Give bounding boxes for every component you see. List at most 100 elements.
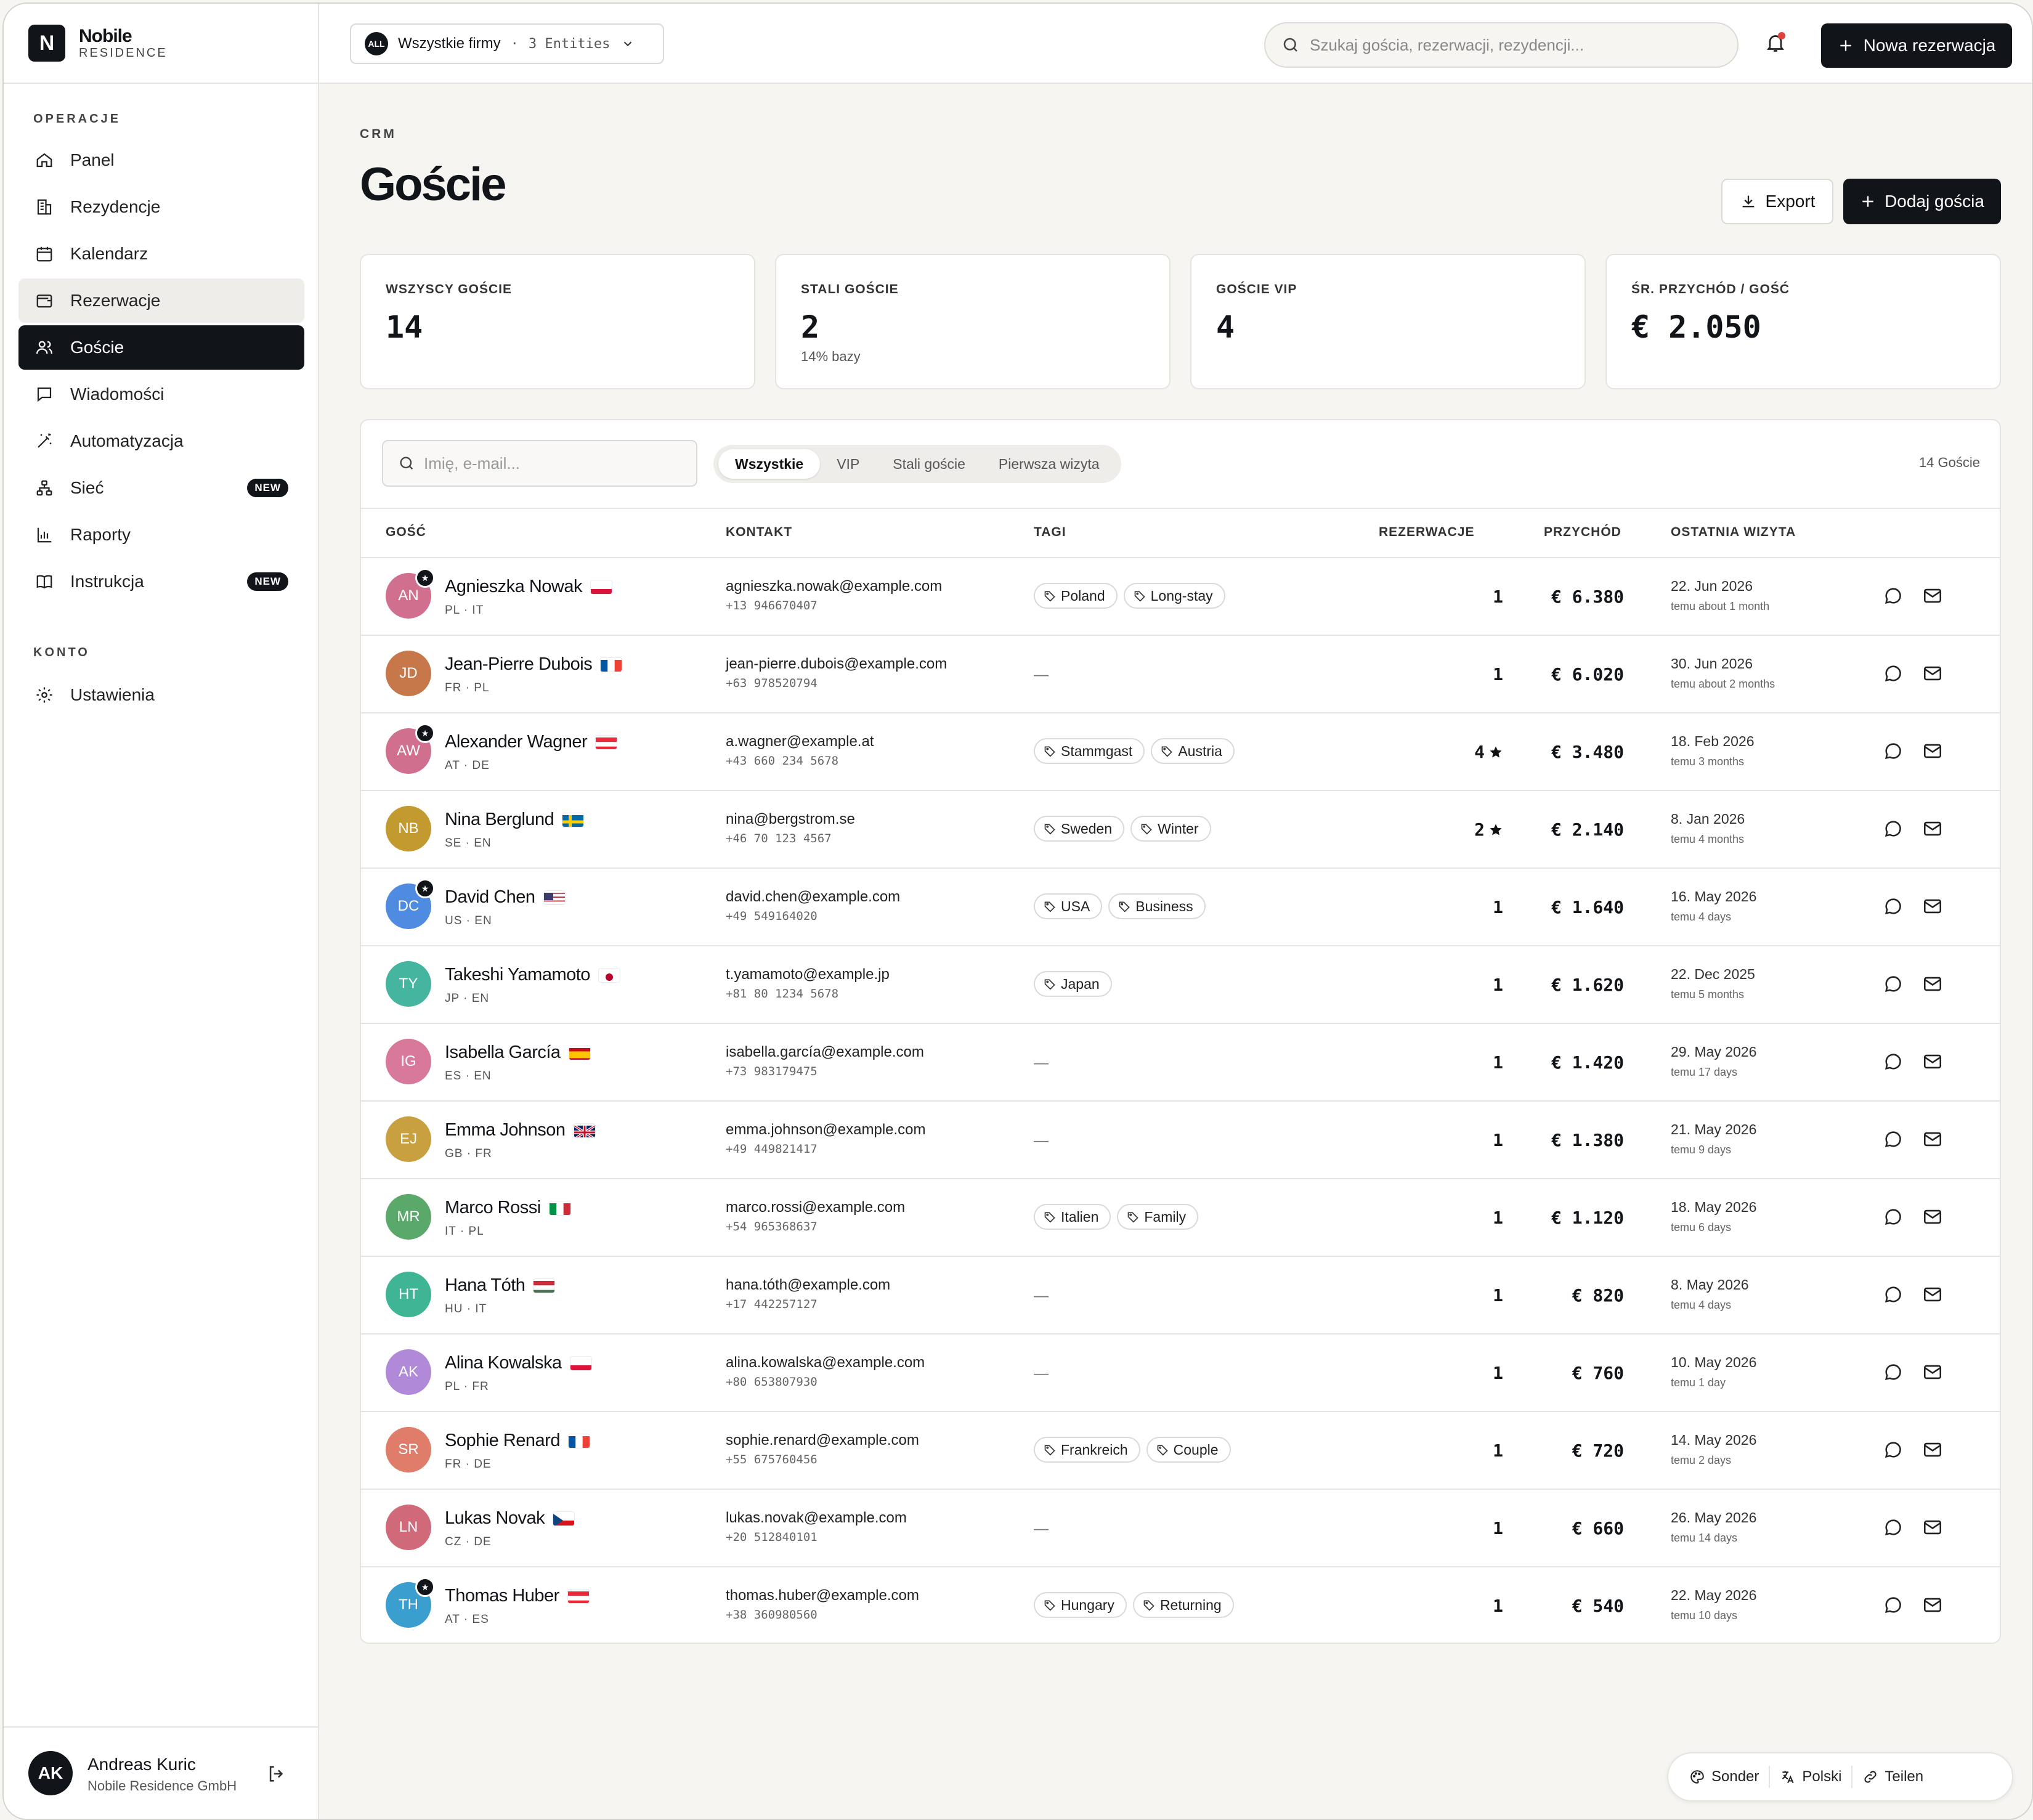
guest-name[interactable]: Thomas Huber [445,1586,559,1606]
guest-email[interactable]: alina.kowalska@example.com [726,1354,925,1371]
guest-name[interactable]: Lukas Novak [445,1508,545,1529]
col-header-tags[interactable]: TAGI [1034,525,1066,540]
guest-tag[interactable]: Family [1117,1204,1199,1230]
col-header-last-visit[interactable]: OSTATNIA WIZYTA [1671,525,1796,540]
guest-name-cell[interactable]: Isabella García [445,1042,590,1063]
guest-name[interactable]: Alina Kowalska [445,1353,562,1373]
guest-name[interactable]: David Chen [445,887,535,908]
guest-name-cell[interactable]: Alexander Wagner [445,732,617,752]
guest-email[interactable]: thomas.huber@example.com [726,1587,919,1604]
sidebar-item-instrukcja[interactable]: Instrukcja NEW [18,559,304,604]
guest-name-cell[interactable]: Takeshi Yamamoto [445,965,620,985]
mail-icon[interactable] [1922,973,1943,997]
chat-icon[interactable] [1883,1595,1904,1619]
guest-email[interactable]: a.wagner@example.at [726,733,874,750]
chat-icon[interactable] [1883,1129,1904,1153]
add-guest-button[interactable]: Dodaj gościa [1843,179,2001,224]
guest-tag[interactable]: Frankreich [1034,1437,1140,1463]
guest-tag[interactable]: Business [1108,893,1206,919]
chat-icon[interactable] [1883,585,1904,609]
guest-email[interactable]: jean-pierre.dubois@example.com [726,656,947,673]
table-row[interactable]: IG Isabella García ES · EN isabella.garcía@… [361,1024,2000,1102]
export-button[interactable]: Export [1721,179,1833,224]
guest-tag[interactable]: Austria [1151,738,1235,764]
guest-email[interactable]: t.yamamoto@example.jp [726,966,890,983]
table-row[interactable]: DC ★ David Chen US · EN david.chen@example.c… [361,869,2000,946]
new-booking-button[interactable]: Nowa rezerwacja [1821,23,2012,68]
mail-icon[interactable] [1922,1051,1943,1075]
avatar[interactable]: AK [28,1751,73,1795]
table-row[interactable]: MR Marco Rossi IT · PL marco.rossi@example.… [361,1179,2000,1257]
col-header-guest[interactable]: GOŚĆ [386,525,426,540]
guest-name-cell[interactable]: Nina Berglund [445,810,584,830]
col-header-revenue[interactable]: PRZYCHÓD [1544,525,1621,540]
guest-tag[interactable]: Hungary [1034,1592,1127,1618]
guest-name[interactable]: Jean-Pierre Dubois [445,654,593,675]
sidebar-item-siec[interactable]: Sieć NEW [18,466,304,510]
sidebar-item-goscie[interactable]: Goście [18,325,304,370]
mail-icon[interactable] [1922,663,1943,687]
guest-tag[interactable]: Stammgast [1034,738,1145,764]
mail-icon[interactable] [1922,1439,1943,1463]
chat-icon[interactable] [1883,1284,1904,1308]
table-row[interactable]: AN ★ Agnieszka Nowak PL · IT agnieszka.nowak… [361,558,2000,636]
mail-icon[interactable] [1922,896,1943,920]
sidebar-item-kalendarz[interactable]: Kalendarz [18,232,304,276]
sidebar-item-raporty[interactable]: Raporty [18,513,304,557]
bell-icon[interactable] [1764,31,1787,57]
guest-name-cell[interactable]: Emma Johnson [445,1120,595,1140]
guest-tag[interactable]: Long-stay [1123,583,1225,609]
segment-tab[interactable]: Pierwsza wizyta [982,449,1116,479]
sidebar-item-rezydencje[interactable]: Rezydencje [18,185,304,229]
logout-icon[interactable] [266,1763,287,1787]
guest-email[interactable]: lukas.novak@example.com [726,1509,907,1527]
guest-email[interactable]: isabella.garcía@example.com [726,1044,924,1061]
entity-selector[interactable]: ALL Wszystkie firmy · 3 Entities [350,23,664,64]
global-search-input[interactable]: Szukaj gościa, rezerwacji, rezydencji... [1264,22,1739,68]
guest-tag[interactable]: Japan [1034,971,1112,997]
guest-name-cell[interactable]: Agnieszka Nowak [445,577,612,597]
guest-name[interactable]: Takeshi Yamamoto [445,965,590,985]
guest-tag[interactable]: Poland [1034,583,1118,609]
chat-icon[interactable] [1883,1439,1904,1463]
language-button[interactable]: Polski [1770,1768,1851,1785]
guest-name[interactable]: Emma Johnson [445,1120,566,1140]
chat-icon[interactable] [1883,1517,1904,1541]
mail-icon[interactable] [1922,1284,1943,1308]
segment-tab[interactable]: VIP [820,449,876,479]
table-row[interactable]: NB Nina Berglund SE · EN nina@bergstrom.se +… [361,791,2000,869]
guest-name[interactable]: Sophie Renard [445,1431,560,1451]
sidebar-item-panel[interactable]: Panel [18,138,304,182]
mail-icon[interactable] [1922,1129,1943,1153]
guest-name-cell[interactable]: Lukas Novak [445,1508,575,1529]
guest-email[interactable]: marco.rossi@example.com [726,1199,905,1216]
chat-icon[interactable] [1883,973,1904,997]
table-row[interactable]: TY Takeshi Yamamoto JP · EN t.yamamoto@exam… [361,946,2000,1024]
guest-tag[interactable]: Italien [1034,1204,1111,1230]
guest-name[interactable]: Hana Tóth [445,1275,525,1296]
chat-icon[interactable] [1883,741,1904,765]
guest-name[interactable]: Agnieszka Nowak [445,577,583,597]
guest-name[interactable]: Marco Rossi [445,1198,541,1218]
theme-button[interactable]: Sonder [1668,1768,1769,1785]
segment-tab[interactable]: Stali goście [876,449,982,479]
guest-name-cell[interactable]: Hana Tóth [445,1275,555,1296]
guest-name[interactable]: Alexander Wagner [445,732,588,752]
table-row[interactable]: HT Hana Tóth HU · IT hana.tóth@example.com +… [361,1257,2000,1335]
guest-tag[interactable]: USA [1034,893,1103,919]
guest-tag[interactable]: Couple [1146,1437,1231,1463]
sidebar-item-settings[interactable]: Ustawienia [18,673,304,717]
guest-name-cell[interactable]: Marco Rossi [445,1198,570,1218]
col-header-contact[interactable]: KONTAKT [726,525,792,540]
guest-name-cell[interactable]: Jean-Pierre Dubois [445,654,622,675]
chat-icon[interactable] [1883,1051,1904,1075]
chat-icon[interactable] [1883,663,1904,687]
chat-icon[interactable] [1883,1206,1904,1230]
chat-icon[interactable] [1883,896,1904,920]
mail-icon[interactable] [1922,1517,1943,1541]
table-row[interactable]: TH ★ Thomas Huber AT · ES thomas.huber@examp… [361,1567,2000,1643]
guest-email[interactable]: nina@bergstrom.se [726,811,855,828]
sidebar-item-rezerwacje[interactable]: Rezerwacje [18,278,304,323]
table-row[interactable]: LN Lukas Novak CZ · DE lukas.novak@example.… [361,1490,2000,1567]
chat-icon[interactable] [1883,818,1904,842]
